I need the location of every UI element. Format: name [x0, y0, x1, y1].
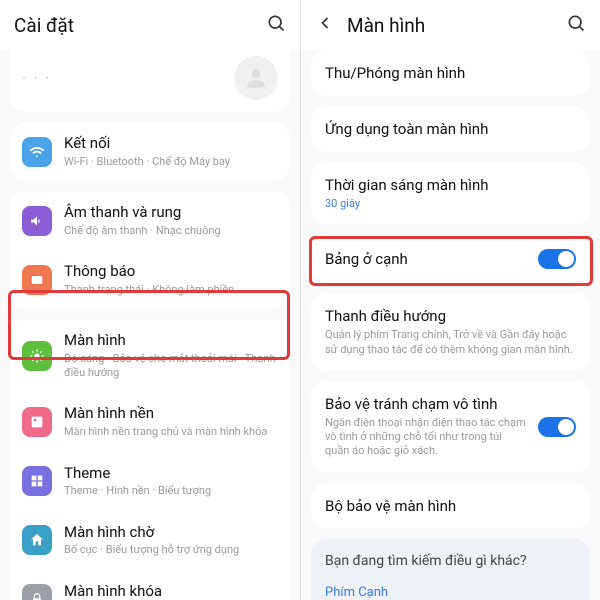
- row-accidental-touch[interactable]: Bảo vệ tránh chạm vô tình Ngăn điện thoạ…: [311, 381, 590, 473]
- row-sound[interactable]: Âm thanh và rung Chế độ âm thanh · Nhạc …: [10, 191, 290, 250]
- bell-icon: [22, 265, 52, 295]
- back-icon[interactable]: [315, 13, 335, 37]
- row-theme[interactable]: Theme Theme · Hình nền · Biểu tượng: [10, 452, 290, 511]
- row-lockscreen[interactable]: Màn hình khóa Kiểu khóa màn hình: [10, 570, 290, 600]
- row-zoom[interactable]: Thu/Phóng màn hình: [311, 50, 590, 96]
- row-edge-panel[interactable]: Bảng ở cạnh: [311, 235, 590, 283]
- partial-text: · · ·: [22, 69, 51, 87]
- theme-icon: [22, 466, 52, 496]
- row-notifications[interactable]: Thông báo Thanh trạng thái · Không làm p…: [10, 250, 290, 309]
- display-pane: Màn hình Thu/Phóng màn hình Ứng dụng toà…: [300, 0, 600, 600]
- looking-for-card: Bạn đang tìm kiếm điều gì khác? Phím Cạn…: [311, 539, 590, 600]
- accidental-touch-toggle[interactable]: [538, 417, 576, 437]
- lock-icon: [22, 584, 52, 600]
- search-icon[interactable]: [566, 13, 586, 37]
- home-icon: [22, 525, 52, 555]
- display-header: Màn hình: [301, 0, 600, 50]
- footer-link-sidekey[interactable]: Phím Cạnh: [325, 579, 576, 600]
- account-row-partial[interactable]: · · ·: [10, 50, 290, 112]
- settings-group-2: Âm thanh và rung Chế độ âm thanh · Nhạc …: [10, 191, 290, 309]
- row-wallpaper[interactable]: Màn hình nền Màn hình nền trang chủ và m…: [10, 392, 290, 451]
- wifi-icon: [22, 137, 52, 167]
- settings-title: Cài đặt: [14, 14, 266, 37]
- row-title: Kết nối: [64, 134, 278, 153]
- display-title: Màn hình: [347, 14, 566, 37]
- row-connections[interactable]: Kết nối Wi-Fi · Bluetooth · Chế độ Máy b…: [10, 122, 290, 181]
- row-navbar[interactable]: Thanh điều hướng Quản lý phím Trang chín…: [311, 293, 590, 371]
- edge-panel-toggle[interactable]: [538, 249, 576, 269]
- row-fullscreen-apps[interactable]: Ứng dụng toàn màn hình: [311, 106, 590, 152]
- row-screensaver[interactable]: Bộ bảo vệ màn hình: [311, 483, 590, 529]
- sound-icon: [22, 206, 52, 236]
- row-homescreen[interactable]: Màn hình chờ Bố cục · Biểu tượng hỗ trợ …: [10, 511, 290, 570]
- settings-header: Cài đặt: [0, 0, 300, 50]
- row-display[interactable]: Màn hình Độ sáng · Bảo vệ cho mắt thoải …: [10, 319, 290, 392]
- row-screen-timeout[interactable]: Thời gian sáng màn hình 30 giây: [311, 162, 590, 225]
- brightness-icon: [22, 341, 52, 371]
- settings-pane: Cài đặt · · · Kết nối Wi-Fi: [0, 0, 300, 600]
- avatar-icon: [234, 56, 278, 100]
- search-icon[interactable]: [266, 13, 286, 37]
- wallpaper-icon: [22, 407, 52, 437]
- row-sub: Wi-Fi · Bluetooth · Chế độ Máy bay: [64, 155, 278, 169]
- settings-group-3: Màn hình Độ sáng · Bảo vệ cho mắt thoải …: [10, 319, 290, 600]
- settings-group-1: Kết nối Wi-Fi · Bluetooth · Chế độ Máy b…: [10, 122, 290, 181]
- footer-title: Bạn đang tìm kiếm điều gì khác?: [325, 553, 576, 569]
